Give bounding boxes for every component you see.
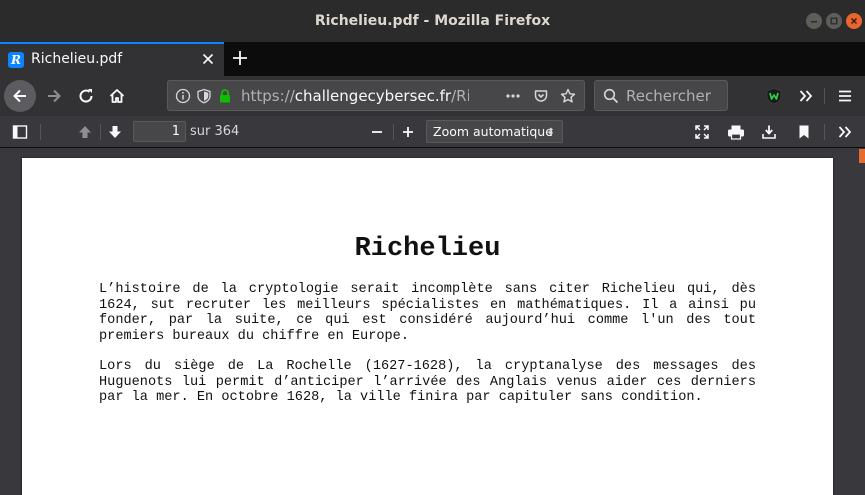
- reload-button[interactable]: [70, 80, 102, 112]
- info-icon[interactable]: [175, 88, 191, 104]
- url-path: /Richelieu.pdf: [451, 87, 469, 105]
- zoom-out-button[interactable]: [367, 122, 387, 142]
- download-icon: [762, 125, 776, 139]
- overflow-toolbar-button[interactable]: [790, 80, 822, 112]
- close-window-button[interactable]: [846, 13, 862, 29]
- toolbar-divider: [100, 124, 101, 140]
- plus-icon: [403, 127, 413, 137]
- minus-icon: [372, 131, 382, 133]
- minimize-window-button[interactable]: [806, 13, 822, 29]
- toolbar-divider: [824, 124, 825, 140]
- url-scheme: https://: [241, 87, 295, 105]
- document-paragraph: L’histoire de la cryptologie serait inco…: [99, 282, 756, 344]
- forward-arrow-icon: [48, 89, 61, 103]
- maximize-icon: [830, 17, 838, 25]
- pdf-page: Richelieu L’histoire de la cryptologie s…: [22, 158, 833, 495]
- toolbar-divider: [824, 88, 825, 104]
- select-caret-icon: ⬍: [546, 127, 555, 138]
- hamburger-menu-icon: [839, 90, 851, 102]
- tracking-protection-shield-icon[interactable]: [196, 88, 212, 104]
- window-title: Richelieu.pdf - Mozilla Firefox: [314, 13, 551, 29]
- bookmark-star-icon[interactable]: [560, 88, 576, 104]
- scrollbar-thumb[interactable]: [859, 149, 865, 163]
- download-button[interactable]: [759, 122, 779, 142]
- pdf-toolbar: 1 sur 364 Zoom automatique ⬍: [0, 116, 865, 148]
- url-bar[interactable]: https://challengecybersec.fr/Richelieu.p…: [167, 80, 585, 111]
- double-chevron-right-icon: [838, 126, 852, 138]
- sidebar-toggle-icon: [12, 125, 28, 139]
- toolbar-divider: [393, 124, 394, 140]
- tools-menu-button[interactable]: [835, 122, 855, 142]
- search-placeholder: Rechercher: [626, 87, 711, 105]
- secure-lock-icon[interactable]: [217, 88, 233, 104]
- window-titlebar: Richelieu.pdf - Mozilla Firefox: [0, 0, 865, 42]
- tab-strip: R Richelieu.pdf: [0, 42, 865, 76]
- zoom-select[interactable]: Zoom automatique ⬍: [426, 120, 563, 143]
- close-icon: [850, 17, 858, 25]
- bookmark-view-button[interactable]: [794, 122, 814, 142]
- pdf-favicon-icon: R: [8, 52, 24, 68]
- url-host: challengecybersec.fr: [294, 87, 452, 105]
- document-title: Richelieu: [354, 234, 501, 264]
- tab-title: Richelieu.pdf: [31, 51, 123, 67]
- search-icon: [603, 88, 619, 104]
- forward-button[interactable]: [38, 80, 70, 112]
- home-button[interactable]: [101, 80, 133, 112]
- bookmark-icon: [799, 125, 809, 139]
- navigation-toolbar: https://challengecybersec.fr/Richelieu.p…: [0, 76, 865, 116]
- page-number-input[interactable]: 1: [133, 121, 186, 142]
- reload-icon: [79, 89, 93, 103]
- url-text[interactable]: https://challengecybersec.fr/Richelieu.p…: [241, 87, 469, 105]
- document-paragraph: Lors du siège de La Rochelle (1627-1628)…: [99, 359, 756, 405]
- previous-page-button[interactable]: [75, 122, 95, 142]
- pdf-viewer[interactable]: Richelieu L’histoire de la cryptologie s…: [0, 149, 865, 495]
- home-icon: [109, 89, 125, 103]
- next-page-button[interactable]: [105, 122, 125, 142]
- zoom-in-button[interactable]: [398, 122, 418, 142]
- arrow-up-icon: [79, 126, 91, 138]
- fullscreen-icon: [695, 125, 709, 139]
- presentation-mode-button[interactable]: [692, 122, 712, 142]
- zoom-select-value: Zoom automatique: [433, 124, 553, 139]
- print-button[interactable]: [726, 122, 746, 142]
- arrow-down-icon: [109, 126, 121, 138]
- main-menu-button[interactable]: [829, 80, 861, 112]
- search-bar[interactable]: Rechercher: [594, 80, 728, 111]
- print-icon: [728, 125, 744, 140]
- back-button[interactable]: [4, 80, 36, 112]
- toggle-sidebar-button[interactable]: [10, 122, 30, 142]
- extension-shield-icon: [766, 88, 782, 105]
- close-tab-icon[interactable]: [202, 53, 214, 65]
- back-arrow-icon: [13, 89, 26, 103]
- page-actions-more-icon[interactable]: [505, 88, 521, 104]
- extension-button[interactable]: [758, 80, 790, 112]
- pocket-icon[interactable]: [533, 88, 549, 104]
- new-tab-icon[interactable]: [232, 50, 248, 66]
- toolbar-divider: [40, 124, 41, 140]
- maximize-window-button[interactable]: [826, 13, 842, 29]
- minimize-icon: [811, 21, 817, 23]
- page-count-label: sur 364: [190, 124, 240, 139]
- double-chevron-right-icon: [799, 90, 813, 102]
- tab-richelieu-pdf[interactable]: R Richelieu.pdf: [0, 42, 224, 76]
